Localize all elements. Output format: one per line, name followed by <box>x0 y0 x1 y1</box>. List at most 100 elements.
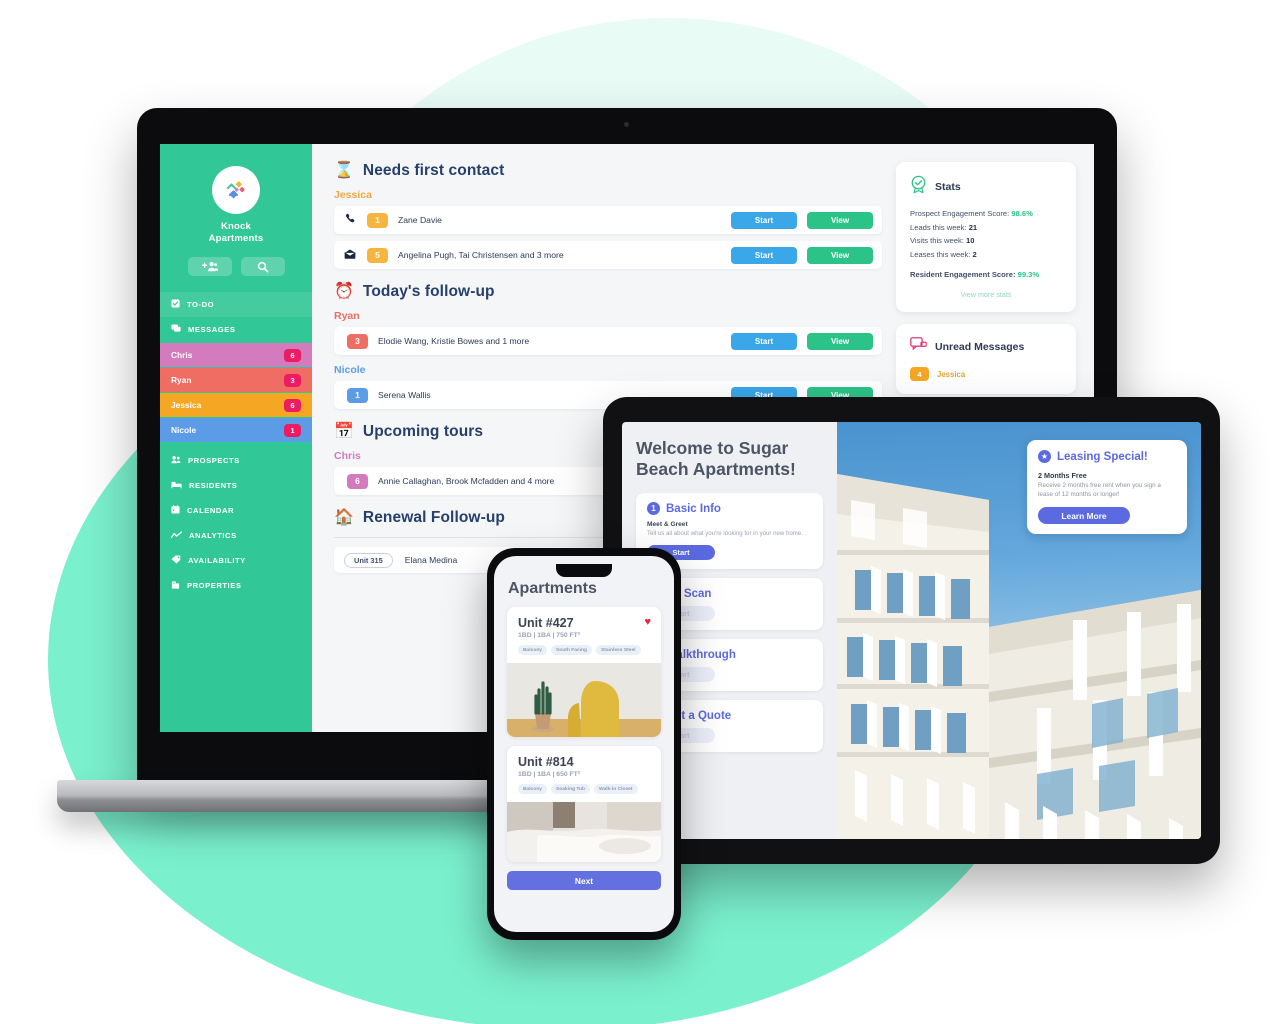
brand-name: Knock Apartments <box>160 221 312 245</box>
unit-tags: Balcony Soaking Tub Walk-in Closet <box>518 784 650 794</box>
sidebar-item-analytics[interactable]: ANALYTICS <box>160 523 312 548</box>
unit-card-info: Unit #814 1BD | 1BA | 650 FT² Balcony So… <box>507 746 661 802</box>
group-owner-ryan: Ryan <box>334 310 360 322</box>
sidebar-item-messages[interactable]: MESSAGES <box>160 317 312 342</box>
step-subtitle: Meet & Greet <box>647 521 688 528</box>
task-count-badge: 5 <box>367 247 388 263</box>
section-title: Renewal Follow-up <box>362 509 505 526</box>
person-name-jessica: Jessica <box>171 400 202 410</box>
unit-tags: Balcony South Facing Stainless Steel <box>518 645 650 655</box>
tablet-property-photo: ★ Leasing Special! 2 Months Free Receive… <box>837 422 1201 839</box>
person-badge-ryan: 3 <box>284 373 301 387</box>
task-row[interactable]: 3 Elodie Wang, Kristie Bowes and 1 more … <box>334 327 882 355</box>
unread-count-badge: 4 <box>910 367 929 381</box>
person-name-chris: Chris <box>171 350 193 360</box>
view-button[interactable]: View <box>807 211 873 229</box>
search-button[interactable] <box>240 257 285 276</box>
sidebar-item-prospects[interactable]: PROSPECTS <box>160 448 312 473</box>
stat-value: 99.3% <box>1017 270 1040 279</box>
unit-tag: Balcony <box>518 784 548 794</box>
sidebar-person-chris[interactable]: Chris 6 <box>160 342 312 367</box>
section-header-todays-follow-up: ⏰ Today's follow-up <box>334 283 882 301</box>
sidebar-item-label-availability: AVAILABILITY <box>188 556 246 565</box>
sidebar-person-nicole[interactable]: Nicole 1 <box>160 417 312 442</box>
brand-name-line1: Knock <box>220 221 252 232</box>
chat-icon <box>171 324 181 335</box>
stat-line-resident-engagement: Resident Engagement Score: 99.3% <box>910 270 1062 279</box>
stat-label: Prospect Engagement Score: <box>910 209 1010 218</box>
envelope-icon <box>343 249 357 262</box>
unit-title: Unit #427 <box>518 616 574 630</box>
unit-photo-bedroom <box>507 802 661 862</box>
task-row[interactable]: 5 Angelina Pugh, Tai Christensen and 3 m… <box>334 241 882 269</box>
sidebar-item-residents[interactable]: RESIDENTS <box>160 473 312 498</box>
unit-card[interactable]: Unit #427 ♥ 1BD | 1BA | 750 FT² Balcony … <box>507 607 661 737</box>
start-button[interactable]: Start <box>731 246 797 264</box>
leasing-special-description: Receive 2 months free rent when you sign… <box>1038 482 1161 498</box>
sidebar: Knock Apartments TO-DO MESSAGES Chris 6 … <box>160 144 312 732</box>
sidebar-person-ryan[interactable]: Ryan 3 <box>160 367 312 392</box>
sidebar-item-label-to-do: TO-DO <box>187 300 215 309</box>
section-title: Upcoming tours <box>362 423 484 440</box>
learn-more-button[interactable]: Learn More <box>1038 507 1130 524</box>
stats-card: Stats Prospect Engagement Score: 98.6% L… <box>896 162 1076 312</box>
unit-card[interactable]: Unit #814 1BD | 1BA | 650 FT² Balcony So… <box>507 746 661 862</box>
view-more-stats-link[interactable]: View more stats <box>910 290 1062 299</box>
task-row[interactable]: 1 Zane Davie Start View <box>334 206 882 234</box>
unit-tag: Walk-in Closet <box>594 784 638 794</box>
calendar-icon <box>171 505 180 516</box>
brand: Knock Apartments <box>160 144 312 245</box>
leasing-special-subtitle: 2 Months Free <box>1038 471 1087 480</box>
unit-photo-living-room <box>507 663 661 737</box>
tablet-welcome-title: Welcome to Sugar Beach Apartments! <box>636 438 796 479</box>
task-count-badge: 6 <box>347 473 368 489</box>
sidebar-item-to-do[interactable]: TO-DO <box>160 292 312 317</box>
person-badge-chris: 6 <box>284 348 301 362</box>
house-icon: 🏠 <box>334 509 354 526</box>
stats-card-title: Stats <box>935 181 961 193</box>
stats-card-header: Stats <box>910 175 1062 199</box>
stat-label: Resident Engagement Score: <box>910 270 1016 279</box>
section-header-needs-first-contact: ⌛ Needs first contact <box>334 162 882 180</box>
phone-notch <box>556 564 612 577</box>
stat-value: 2 <box>972 249 977 259</box>
group-owner-jessica: Jessica <box>334 189 372 201</box>
person-badge-nicole: 1 <box>284 423 301 437</box>
tablet-device: Welcome to Sugar Beach Apartments! 1 Bas… <box>603 397 1220 864</box>
view-button[interactable]: View <box>807 332 873 350</box>
favorite-heart-icon[interactable]: ♥ <box>644 616 651 628</box>
start-button[interactable]: Start <box>731 332 797 350</box>
sidebar-item-label-prospects: PROSPECTS <box>188 456 240 465</box>
next-button[interactable]: Next <box>507 871 661 890</box>
tag-icon <box>171 555 181 566</box>
task-name: Angelina Pugh, Tai Christensen and 3 mor… <box>398 250 564 260</box>
phone-icon <box>343 213 357 227</box>
sidebar-item-calendar[interactable]: CALENDAR <box>160 498 312 523</box>
sidebar-item-availability[interactable]: AVAILABILITY <box>160 548 312 573</box>
stat-value: 10 <box>966 236 975 245</box>
task-name: Zane Davie <box>398 215 442 225</box>
unit-meta: 1BD | 1BA | 650 FT² <box>518 771 581 778</box>
start-button[interactable]: Start <box>731 211 797 229</box>
stat-line-prospect-engagement: Prospect Engagement Score: 98.6% <box>910 209 1062 218</box>
leasing-special-header: ★ Leasing Special! <box>1038 450 1176 463</box>
add-contact-button[interactable] <box>187 257 232 276</box>
stat-label: Visits this week: <box>910 236 964 245</box>
stat-label: Leads this week: <box>910 222 967 232</box>
section-title: Today's follow-up <box>362 283 495 300</box>
sidebar-item-label-calendar: CALENDAR <box>187 506 235 515</box>
leasing-special-card: ★ Leasing Special! 2 Months Free Receive… <box>1027 440 1187 534</box>
sidebar-person-jessica[interactable]: Jessica 6 <box>160 392 312 417</box>
step-title: Basic Info <box>666 502 721 515</box>
stat-line-visits: Visits this week: 10 <box>910 236 1062 245</box>
unread-message-row[interactable]: 4 Jessica <box>910 367 1062 381</box>
person-name-nicole: Nicole <box>171 425 197 435</box>
step-header: 1 Basic Info <box>647 502 812 515</box>
people-icon <box>171 455 181 466</box>
view-button[interactable]: View <box>807 246 873 264</box>
unit-card-info: Unit #427 ♥ 1BD | 1BA | 750 FT² Balcony … <box>507 607 661 663</box>
brand-name-line2: Apartments <box>208 233 264 244</box>
hourglass-icon: ⌛ <box>334 162 354 179</box>
sidebar-item-properties[interactable]: PROPERTIES <box>160 573 312 598</box>
